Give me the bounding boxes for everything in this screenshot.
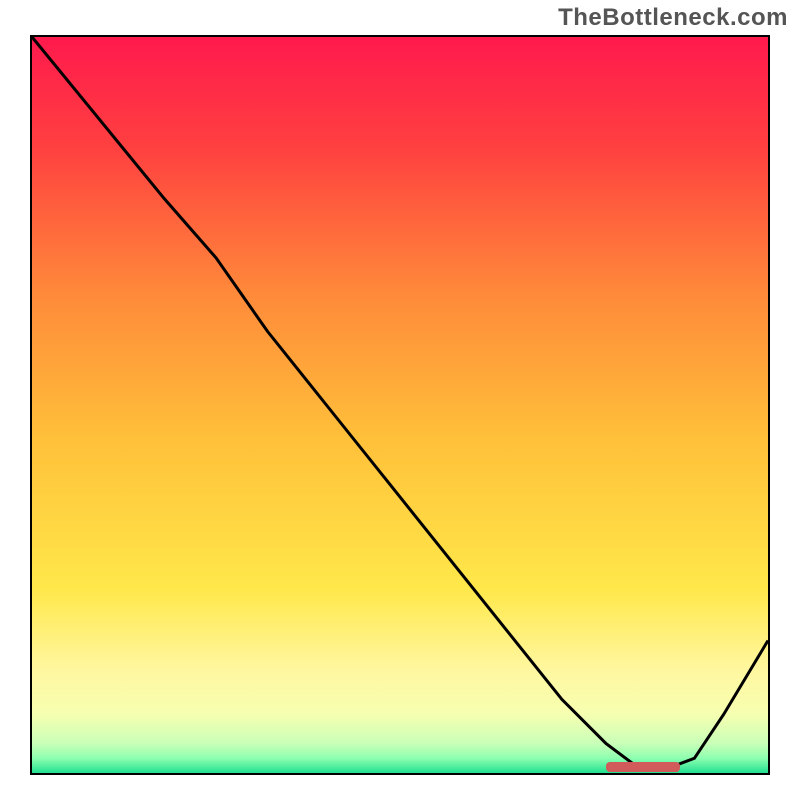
chart-line xyxy=(32,37,768,773)
watermark-text: TheBottleneck.com xyxy=(558,4,788,32)
chart-container: TheBottleneck.com xyxy=(0,0,800,800)
plot-area xyxy=(30,35,770,775)
bottleneck-marker xyxy=(606,762,680,772)
